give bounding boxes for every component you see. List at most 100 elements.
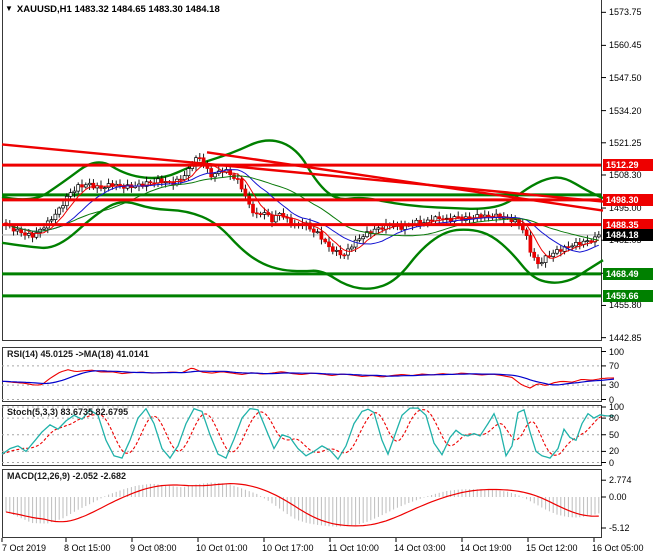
bull-candle [262, 212, 267, 215]
bear-candle [80, 184, 84, 188]
bull-candle [570, 245, 575, 248]
bull-candle [376, 227, 381, 230]
axis-tick-label: 30 [609, 380, 620, 391]
bull-candle [585, 240, 590, 243]
bear-candle [558, 249, 563, 252]
price-badge: 1512.29 [603, 159, 653, 172]
bull-candle [15, 228, 20, 232]
symbol-dropdown-icon[interactable]: ▼ [5, 4, 13, 13]
bear-candle [323, 238, 328, 243]
descending-trendline [1, 143, 604, 203]
ohlc-title-text: XAUUSD,H1 1483.32 1484.65 1483.30 1484.1… [16, 4, 220, 15]
axis-tick-label: 1547.50 [609, 72, 642, 83]
date-tick-label: 11 Oct 10:00 [328, 543, 379, 553]
bear-candle [110, 183, 115, 187]
date-tick-label: 10 Oct 01:00 [196, 543, 248, 553]
bull-candle [353, 239, 358, 248]
axis-tick-label: 100 [609, 346, 625, 357]
price-moving-average [5, 163, 599, 259]
bull-candle [513, 219, 518, 223]
bear-candle [330, 246, 335, 252]
axis-tick-label: 1521.25 [609, 137, 642, 148]
bull-candle [57, 207, 62, 215]
bear-candle [524, 229, 529, 236]
bear-candle [91, 182, 96, 189]
bull-candle [49, 219, 54, 222]
date-tick-label: 16 Oct 05:00 [592, 543, 644, 553]
bull-candle [26, 233, 31, 236]
bear-candle [528, 235, 533, 253]
bear-candle [566, 246, 571, 248]
axis-tick-label: 2.774 [609, 475, 632, 486]
bear-candle [239, 178, 244, 190]
bull-candle [42, 227, 46, 230]
bull-candle [334, 249, 339, 252]
bull-candle [551, 252, 556, 257]
bear-candle [178, 178, 183, 181]
axis-tick-label: 0.00 [609, 492, 627, 502]
bear-candle [319, 231, 324, 240]
bear-candle [23, 232, 27, 236]
axis-tick-label: 1534.20 [609, 105, 642, 116]
price-badge: 1459.66 [603, 289, 653, 302]
bull-candle [186, 168, 191, 177]
bear-candle [235, 178, 240, 180]
bull-candle [539, 262, 544, 265]
bear-candle [30, 233, 35, 238]
rsi-ma-line [1, 370, 615, 386]
bull-candle [555, 249, 559, 254]
axis-tick-label: 20 [609, 446, 620, 457]
price-badge: 1484.18 [603, 228, 653, 241]
macd-pane-label: MACD(12,26,9) -2.052 -2.682 [7, 471, 127, 481]
bull-candle [273, 215, 278, 223]
bull-candle [346, 248, 350, 256]
axis-tick-label: -5.12 [609, 523, 630, 533]
rsi-pane-label: RSI(14) 45.0125 ->MA(18) 41.0141 [7, 349, 149, 359]
bull-candle [349, 246, 354, 250]
axis-tick-label: 1508.30 [609, 169, 642, 180]
bull-candle [53, 213, 58, 220]
date-tick-label: 14 Oct 19:00 [460, 543, 512, 553]
bear-candle [258, 213, 263, 215]
price-moving-average [5, 169, 599, 253]
axis-tick-label: 0 [609, 457, 615, 468]
bull-candle [61, 205, 65, 209]
bear-candle [243, 188, 248, 197]
date-tick-label: 8 Oct 15:00 [64, 543, 111, 553]
date-tick-label: 15 Oct 12:00 [526, 543, 578, 553]
bear-candle [532, 251, 537, 258]
bull-candle [543, 255, 548, 263]
price-badge: 1468.49 [603, 267, 653, 280]
bear-candle [577, 242, 582, 246]
axis-tick-label: 100 [609, 402, 625, 412]
axis-tick-label: 1573.75 [609, 7, 642, 18]
bull-candle [315, 231, 320, 234]
axis-tick-label: 1442.85 [609, 332, 642, 343]
chart-title-bar: ▼ XAUUSD,H1 1483.32 1484.65 1483.30 1484.… [5, 4, 220, 15]
bull-candle [68, 192, 73, 197]
axis-tick-label: 50 [609, 429, 620, 440]
bear-candle [456, 216, 461, 218]
bull-candle [574, 242, 578, 247]
trading-chart-window: ▼ XAUUSD,H1 1483.32 1484.65 1483.30 1484.… [0, 0, 660, 560]
bull-candle [182, 175, 187, 180]
date-tick-label: 9 Oct 08:00 [130, 543, 177, 553]
bull-candle [361, 236, 366, 240]
bear-candle [536, 257, 540, 265]
stoch-pane-label: Stoch(5,3,3) 83.6735 82.6795 [7, 407, 129, 417]
axis-tick-label: 1560.45 [609, 40, 642, 51]
bollinger-lower-band [1, 201, 604, 290]
bull-candle [83, 184, 88, 188]
date-tick-label: 10 Oct 17:00 [262, 543, 314, 553]
bear-candle [429, 219, 434, 222]
price-badge: 1498.30 [603, 193, 653, 206]
bear-candle [311, 228, 316, 233]
axis-tick-label: 1455.80 [609, 300, 642, 311]
bear-candle [342, 254, 347, 257]
bear-candle [437, 216, 442, 220]
axis-tick-label: 80 [609, 413, 620, 424]
bear-candle [380, 227, 385, 230]
bull-candle [72, 190, 77, 193]
bear-candle [148, 181, 153, 184]
bear-candle [589, 240, 594, 243]
